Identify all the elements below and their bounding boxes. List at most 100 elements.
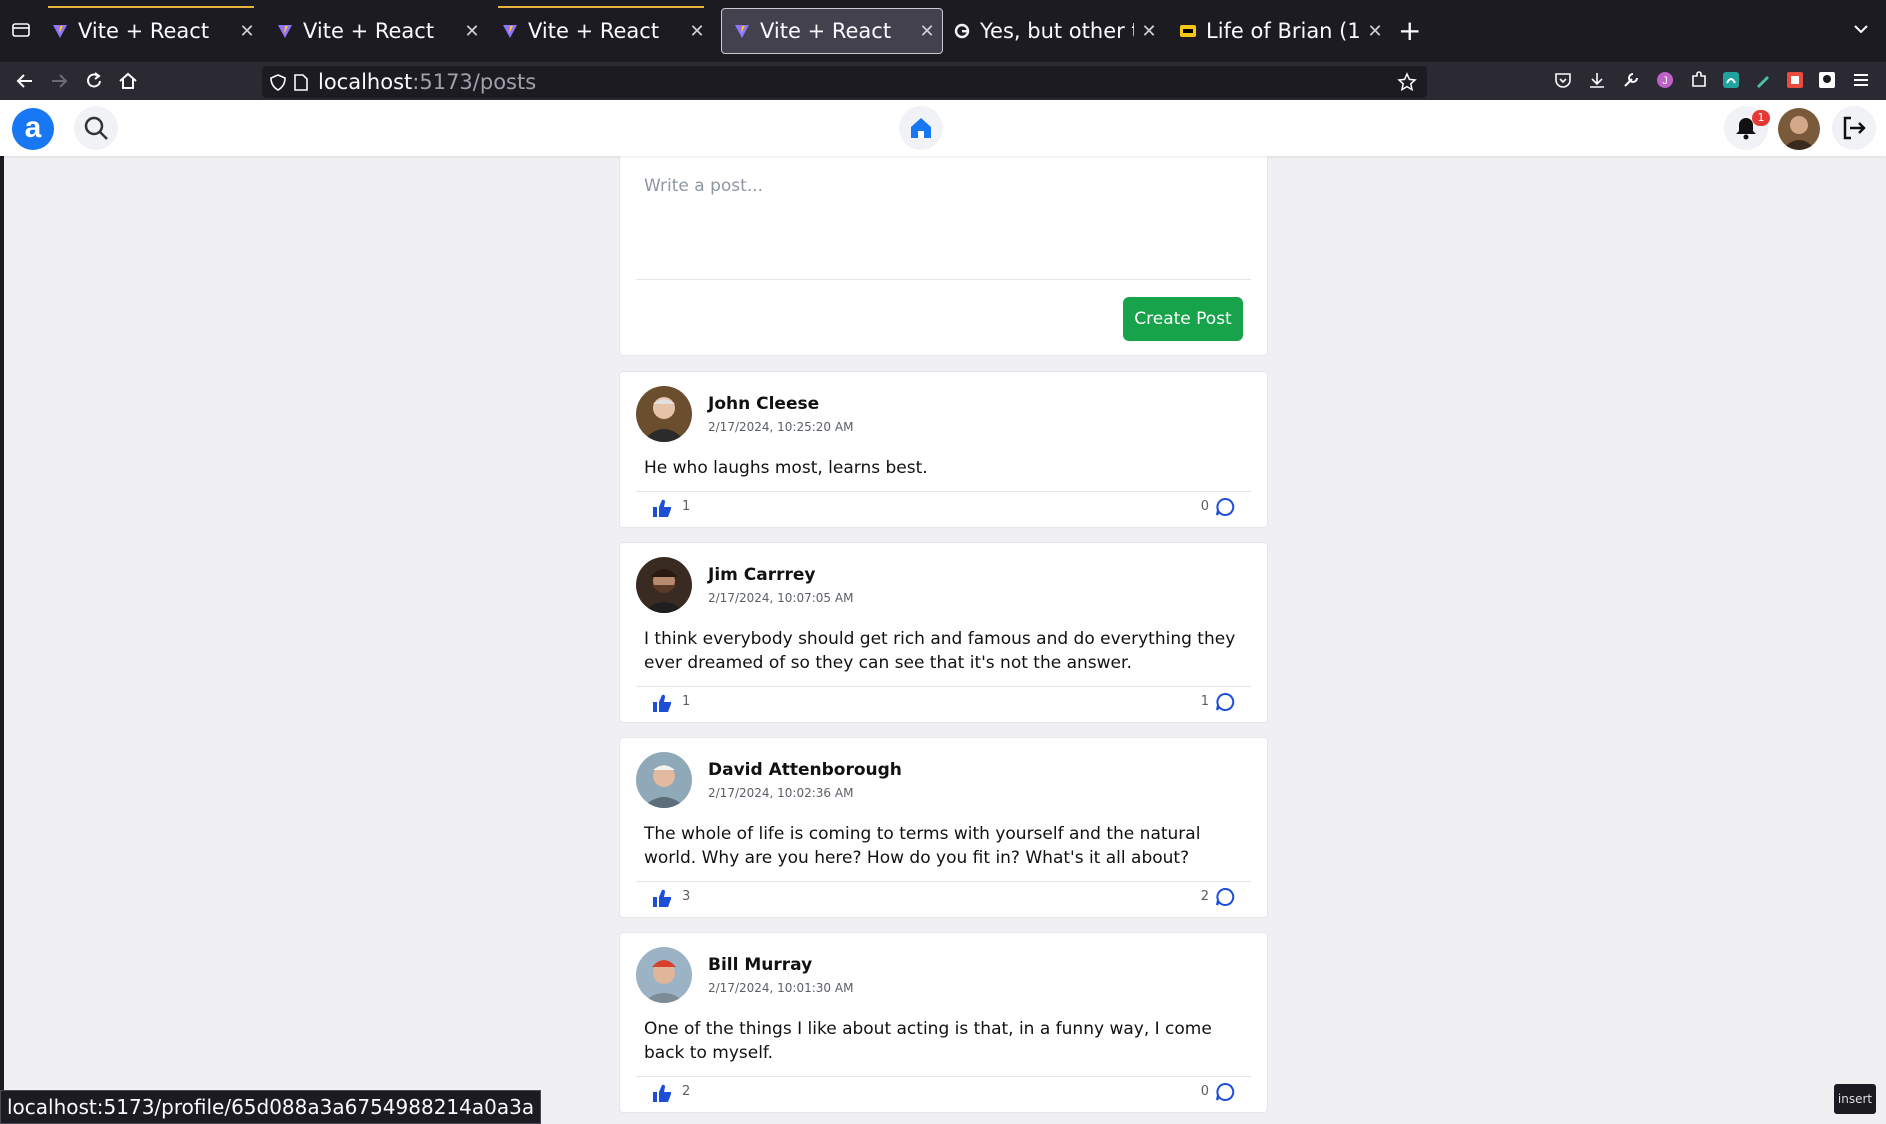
- back-arrow-icon[interactable]: [14, 70, 36, 92]
- author-avatar[interactable]: [636, 752, 692, 808]
- chevron-down-icon[interactable]: [1852, 20, 1870, 38]
- post-card: David Attenborough 2/17/2024, 10:02:36 A…: [619, 737, 1268, 918]
- post-text: One of the things I like about acting is…: [644, 1019, 1212, 1063]
- tab-title: Vite + React: [78, 19, 210, 43]
- post-text: The whole of life is coming to terms wit…: [644, 824, 1201, 868]
- tracking-shield-icon[interactable]: [270, 74, 286, 91]
- close-tab-icon[interactable]: ✕: [682, 21, 712, 42]
- tab-title: Yes, but other tha: [980, 19, 1134, 43]
- home-icon[interactable]: [117, 70, 139, 92]
- notification-badge: 1: [1752, 110, 1770, 126]
- browser-tab-4-active[interactable]: Vite + React ✕: [721, 8, 943, 54]
- insert-mode-indicator: insert: [1834, 1084, 1876, 1114]
- extension-red-icon[interactable]: [1785, 70, 1805, 90]
- link-status-bar: localhost:5173/profile/65d088a3a67549882…: [0, 1090, 542, 1124]
- thumbs-up-icon[interactable]: [652, 498, 672, 518]
- search-button[interactable]: [74, 106, 118, 150]
- comment-count: 1: [1200, 694, 1209, 709]
- like-count: 3: [682, 889, 691, 904]
- divider: [636, 279, 1251, 280]
- firefox-view-icon[interactable]: [12, 22, 30, 38]
- pocket-icon[interactable]: [1553, 70, 1573, 90]
- tab-title: Vite + React: [760, 19, 892, 43]
- browser-tab-strip: Vite + React ✕ Vite + React ✕ Vite + Rea…: [0, 0, 1886, 63]
- search-icon: [84, 116, 108, 140]
- divider: [636, 1076, 1251, 1077]
- tab-title: Vite + React: [303, 19, 435, 43]
- close-tab-icon[interactable]: ✕: [457, 21, 487, 42]
- author-name[interactable]: Jim Carrrey: [708, 565, 816, 585]
- extension-j-icon[interactable]: J: [1655, 70, 1675, 90]
- url-text: localhost:5173/posts: [318, 70, 537, 94]
- comment-icon[interactable]: [1215, 887, 1235, 907]
- thumbs-up-icon[interactable]: [652, 888, 672, 908]
- close-tab-icon[interactable]: ✕: [1134, 21, 1164, 42]
- author-avatar[interactable]: [636, 386, 692, 442]
- close-tab-icon[interactable]: ✕: [232, 21, 262, 42]
- post-card: Bill Murray 2/17/2024, 10:01:30 AM One o…: [619, 932, 1268, 1113]
- like-count: 1: [682, 694, 691, 709]
- tab-title: Life of Brian (1979: [1206, 19, 1360, 43]
- close-tab-icon[interactable]: ✕: [1360, 21, 1390, 42]
- divider: [636, 686, 1251, 687]
- comment-icon[interactable]: [1215, 1082, 1235, 1102]
- browser-tab-3[interactable]: Vite + React ✕: [490, 6, 712, 54]
- author-avatar[interactable]: [636, 557, 692, 613]
- vite-icon: [503, 25, 517, 38]
- imdb-icon: [1180, 25, 1196, 37]
- author-name[interactable]: John Cleese: [708, 394, 819, 414]
- comment-count: 0: [1200, 1084, 1209, 1099]
- tab-title: Vite + React: [528, 19, 660, 43]
- like-count: 2: [682, 1084, 691, 1099]
- app-logo[interactable]: a: [12, 108, 54, 150]
- logo-letter: a: [24, 111, 42, 144]
- home-icon: [911, 118, 931, 138]
- comment-icon[interactable]: [1215, 692, 1235, 712]
- post-date: 2/17/2024, 10:25:20 AM: [708, 420, 854, 434]
- extension-dark-icon[interactable]: [1817, 70, 1837, 90]
- post-text: He who laughs most, learns best.: [644, 458, 928, 478]
- browser-tab-6[interactable]: Life of Brian (1979 ✕: [1168, 8, 1390, 54]
- thumbs-up-icon[interactable]: [652, 1083, 672, 1103]
- reload-icon[interactable]: [83, 70, 105, 92]
- browser-tab-1[interactable]: Vite + React ✕: [40, 6, 262, 54]
- post-card: John Cleese 2/17/2024, 10:25:20 AM He wh…: [619, 371, 1268, 528]
- new-tab-icon[interactable]: +: [1398, 14, 1421, 47]
- extension-teal-icon[interactable]: [1721, 70, 1741, 90]
- post-date: 2/17/2024, 10:07:05 AM: [708, 591, 854, 605]
- post-text: I think everybody should get rich and fa…: [644, 629, 1236, 673]
- author-name[interactable]: Bill Murray: [708, 955, 812, 975]
- post-card: Jim Carrrey 2/17/2024, 10:07:05 AM I thi…: [619, 542, 1268, 723]
- user-avatar[interactable]: [1778, 108, 1820, 150]
- browser-tab-5[interactable]: Yes, but other tha ✕: [942, 8, 1164, 54]
- divider: [636, 881, 1251, 882]
- divider: [636, 491, 1251, 492]
- author-name[interactable]: David Attenborough: [708, 760, 902, 780]
- logout-button[interactable]: [1832, 106, 1876, 150]
- post-textarea[interactable]: Write a post...: [644, 176, 763, 196]
- comment-count: 0: [1200, 499, 1209, 514]
- pen-icon[interactable]: [1753, 70, 1773, 90]
- like-count: 1: [682, 499, 691, 514]
- thumbs-up-icon[interactable]: [652, 693, 672, 713]
- wrench-icon[interactable]: [1621, 70, 1641, 90]
- browser-tab-2[interactable]: Vite + React ✕: [265, 8, 487, 54]
- home-button[interactable]: [899, 106, 943, 150]
- vite-icon: [735, 25, 749, 38]
- post-date: 2/17/2024, 10:02:36 AM: [708, 786, 854, 800]
- app-header: a 1: [0, 100, 1886, 156]
- google-icon: [954, 23, 970, 39]
- page-info-icon[interactable]: [294, 74, 308, 91]
- url-bar[interactable]: localhost:5173/posts: [262, 66, 1427, 98]
- comment-icon[interactable]: [1215, 497, 1235, 517]
- svg-text:J: J: [1662, 75, 1668, 87]
- download-icon[interactable]: [1587, 70, 1607, 90]
- create-post-button[interactable]: Create Post: [1123, 297, 1243, 341]
- close-tab-icon[interactable]: ✕: [912, 21, 942, 42]
- hamburger-menu-icon[interactable]: [1851, 70, 1871, 90]
- bookmark-star-icon[interactable]: [1397, 72, 1417, 92]
- forward-arrow-icon[interactable]: [48, 70, 70, 92]
- extensions-puzzle-icon[interactable]: [1689, 70, 1709, 90]
- author-avatar[interactable]: [636, 947, 692, 1003]
- post-composer: Write a post... Create Post: [619, 156, 1268, 356]
